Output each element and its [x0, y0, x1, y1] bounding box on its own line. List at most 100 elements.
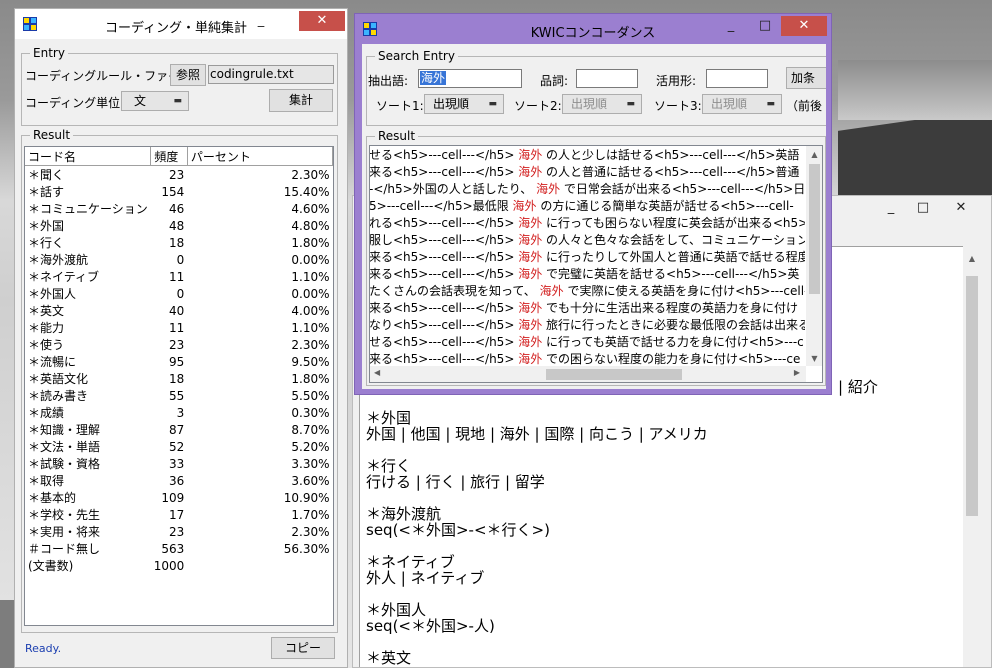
kwic-maximize-button[interactable]: □ [751, 16, 779, 36]
word-input[interactable]: 海外 [418, 69, 522, 88]
kwic-titlebar[interactable]: KWICコンコーダンス _ □ ✕ [355, 14, 831, 44]
code-cell: ＊読み書き [28, 389, 89, 403]
table-row[interactable]: ＊学校・先生 17 1.70% [25, 506, 333, 523]
table-row[interactable]: ＊コミュニケーション 46 4.60% [25, 200, 333, 217]
table-row[interactable]: ＊能力 11 1.10% [25, 319, 333, 336]
coding-titlebar[interactable]: コーディング・単純集計 _ ✕ [15, 9, 347, 39]
conj-input[interactable] [706, 69, 768, 88]
kwic-line[interactable]: 服し<h5>---cell---</h5> 海外 の人々と色々な会話をして、コミ… [370, 232, 805, 249]
sort3-select[interactable]: 出現順 ▬ [702, 94, 782, 114]
table-row[interactable]: ＊海外渡航 0 0.00% [25, 251, 333, 268]
sort2-label: ソート2: [514, 99, 562, 113]
table-row[interactable]: ＊英文 40 4.00% [25, 302, 333, 319]
kwic-line[interactable]: 5>---cell---</h5>最低限 海外 の方に通じる簡単な英語が話せる<… [370, 198, 805, 215]
scroll-left-icon[interactable]: ◀ [374, 368, 380, 377]
kwic-keyword: 海外 [518, 233, 543, 247]
table-row[interactable]: ＊知識・理解 87 8.70% [25, 421, 333, 438]
coding-unit-select[interactable]: 文 ▬ [121, 91, 189, 111]
kwic-line[interactable]: 来る<h5>---cell---</h5> 海外 の人と普通に話せる<h5>--… [370, 164, 805, 181]
table-row[interactable]: ＊聞く 23 2.30% [25, 166, 333, 184]
scroll-up-icon[interactable]: ▲ [963, 254, 981, 263]
frequency-cell: 40 [169, 303, 185, 318]
table-row[interactable]: ＊行く 18 1.80% [25, 234, 333, 251]
table-row[interactable]: ＊話す 154 15.40% [25, 183, 333, 200]
kwic-line[interactable]: 来る<h5>---cell---</h5> 海外 でも十分に生活出来る程度の英語… [370, 300, 805, 317]
table-row[interactable]: ＊ネイティブ 11 1.10% [25, 268, 333, 285]
pos-input[interactable] [576, 69, 638, 88]
table-row[interactable]: ＊文法・単語 52 5.20% [25, 438, 333, 455]
add-condition-button[interactable]: 加条 [786, 67, 826, 89]
kwic-line[interactable]: 来る<h5>---cell---</h5> 海外 で完璧に英語を話せる<h5>-… [370, 266, 805, 283]
kwic-vertical-scrollbar[interactable]: ▲ ▼ [806, 146, 822, 366]
editor-line: ＊外国 [366, 409, 412, 427]
editor-scroll-thumb[interactable] [966, 276, 978, 516]
kwic-line[interactable]: -</h5>外国の人と話したり、 海外 で日常会話が出来る<h5>---cell… [370, 181, 805, 198]
kwic-keyword: 海外 [518, 318, 543, 332]
tally-button[interactable]: 集計 [269, 89, 333, 112]
kwic-minimize-button[interactable]: _ [717, 16, 745, 36]
kwic-keyword: 海外 [518, 352, 543, 366]
coding-window: コーディング・単純集計 _ ✕ Entry コーディングルール・ファイル: 参照… [14, 8, 348, 668]
sort3-value: 出現順 [711, 97, 748, 111]
table-row[interactable]: ＊英語文化 18 1.80% [25, 370, 333, 387]
scroll-up-icon[interactable]: ▲ [806, 150, 822, 159]
table-row[interactable]: ＊外国 48 4.80% [25, 217, 333, 234]
kwic-line[interactable]: たくさんの会話表現を知って、 海外 で実際に使える英語を身に付け<h5>---c… [370, 283, 805, 300]
percent-cell: 15.40% [283, 184, 330, 199]
kwic-line[interactable]: れる<h5>---cell---</h5> 海外 に行っても困らない程度に英会話… [370, 215, 805, 232]
percent-cell: 0.30% [291, 405, 330, 420]
frequency-cell: 33 [169, 456, 185, 471]
kwic-line[interactable]: なり<h5>---cell---</h5> 海外 旅行に行ったときに必要な最低限… [370, 317, 805, 334]
browse-button[interactable]: 参照 [170, 64, 206, 86]
kwic-client-area: Search Entry 抽出語: 海外 品詞: 活用形: 加条 ソート1: 出… [362, 44, 826, 389]
percent-cell: 1.10% [291, 320, 330, 335]
status-text: Ready. [25, 642, 62, 655]
table-row[interactable]: ＊外国人 0 0.00% [25, 285, 333, 302]
code-cell: ＊試験・資格 [28, 457, 101, 471]
percent-cell: 8.70% [291, 422, 330, 437]
editor-scrollbar[interactable]: ▲ [963, 246, 981, 667]
editor-maximize-button[interactable]: □ [909, 198, 937, 218]
result-table[interactable]: コード名 頻度 パーセント ＊聞く 23 2.30% ＊話す 154 15.40% ＊コミュ… [24, 146, 334, 626]
kwic-line[interactable]: せる<h5>---cell---</h5> 海外 の人と少しは話せる<h5>--… [370, 147, 805, 164]
column-header-frequency[interactable]: 頻度 [150, 147, 188, 166]
kwic-horizontal-scrollbar[interactable]: ◀ ▶ [370, 366, 806, 382]
kwic-hscroll-thumb[interactable] [546, 369, 682, 380]
kwic-line[interactable]: 来る<h5>---cell---</h5> 海外 に行ったりして外国人と普通に英… [370, 249, 805, 266]
scroll-down-icon[interactable]: ▼ [806, 354, 822, 363]
frequency-cell: 52 [169, 439, 185, 454]
table-row[interactable]: ＊試験・資格 33 3.30% [25, 455, 333, 472]
chevron-down-icon: ▬ [626, 99, 635, 109]
kwic-line[interactable]: せる<h5>---cell---</h5> 海外 に行っても英語で話せる力を身に… [370, 334, 805, 351]
kwic-right-context: 旅行に行ったときに必要な最低限の会話は出来る [542, 318, 805, 332]
table-row[interactable]: ＊成績 3 0.30% [25, 404, 333, 421]
editor-close-button[interactable]: ✕ [947, 198, 975, 218]
table-row[interactable]: ＊流暢に 95 9.50% [25, 353, 333, 370]
table-row[interactable]: ＊実用・将来 23 2.30% [25, 523, 333, 540]
rule-file-field[interactable]: codingrule.txt [208, 65, 334, 84]
scroll-right-icon[interactable]: ▶ [794, 368, 800, 377]
table-row[interactable]: ＊取得 36 3.60% [25, 472, 333, 489]
column-header-code[interactable]: コード名 [25, 147, 152, 166]
table-row[interactable]: ＊読み書き 55 5.50% [25, 387, 333, 404]
table-row[interactable]: ＃コード無し 563 56.30% [25, 540, 333, 557]
code-cell: ＊英語文化 [28, 372, 89, 386]
percent-cell: 3.30% [291, 456, 330, 471]
sort1-select[interactable]: 出現順 ▬ [424, 94, 504, 114]
column-header-percent[interactable]: パーセント [187, 147, 333, 166]
kwic-keyword: 海外 [518, 250, 543, 264]
editor-line: seq(<＊外国>-<＊行く>) [366, 521, 550, 539]
kwic-result-list[interactable]: せる<h5>---cell---</h5> 海外 の人と少しは話せる<h5>--… [369, 145, 823, 383]
table-row[interactable]: ＊基本的 109 10.90% [25, 489, 333, 506]
kwic-close-button[interactable]: ✕ [781, 16, 827, 36]
kwic-vscroll-thumb[interactable] [809, 164, 820, 294]
copy-button[interactable]: コピー [271, 637, 335, 659]
editor-minimize-button[interactable]: _ [877, 198, 905, 218]
frequency-cell: 0 [176, 252, 185, 267]
coding-minimize-button[interactable]: _ [247, 11, 275, 31]
coding-close-button[interactable]: ✕ [299, 11, 345, 31]
sort2-select[interactable]: 出現順 ▬ [562, 94, 642, 114]
table-row[interactable]: ＊使う 23 2.30% [25, 336, 333, 353]
table-row[interactable]: (文書数) 1000 [25, 557, 333, 574]
